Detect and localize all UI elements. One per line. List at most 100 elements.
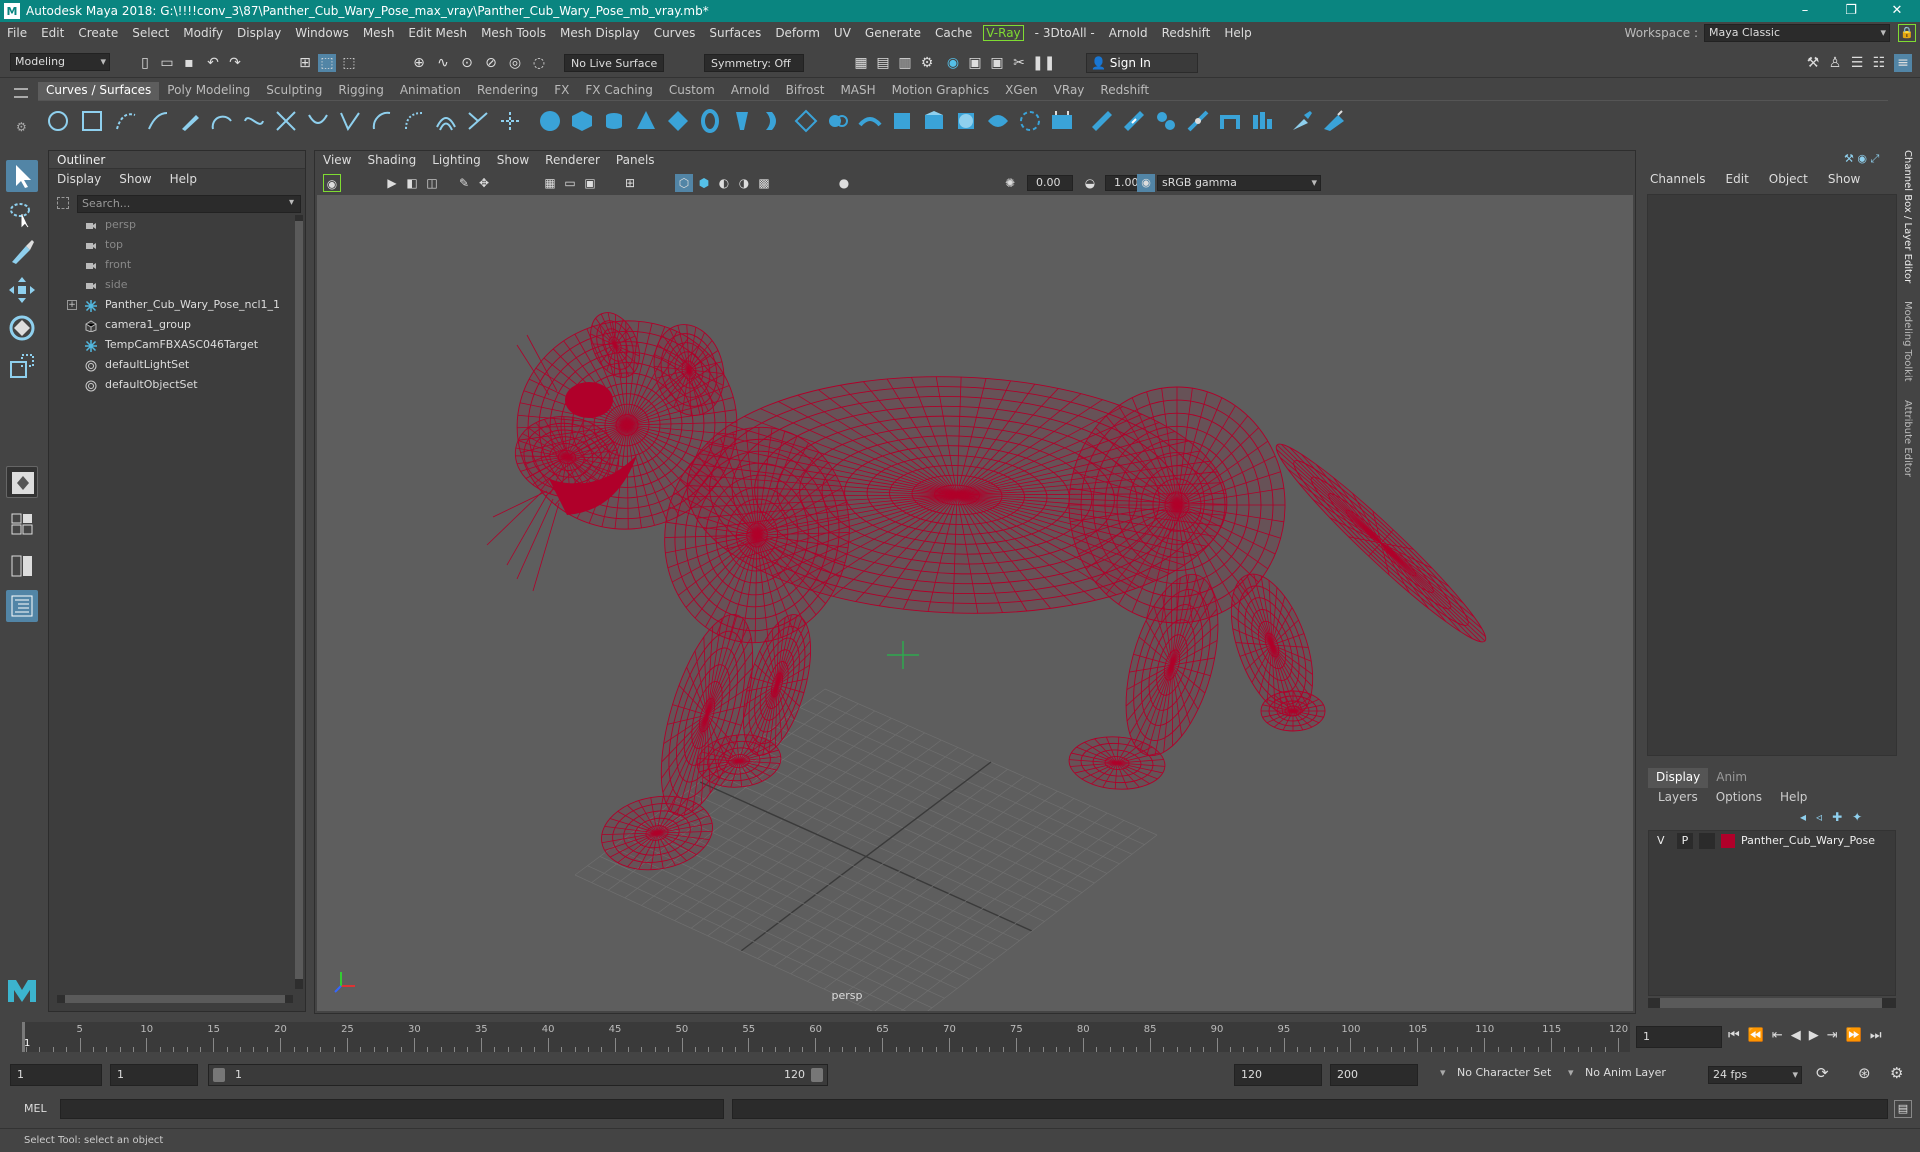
select-component-icon[interactable]: ⬚ xyxy=(340,54,358,72)
safe-action-icon[interactable]: ⊞ xyxy=(621,174,639,192)
shelf-tab-rigging[interactable]: Rigging xyxy=(330,82,391,100)
boundary-icon[interactable] xyxy=(890,109,914,133)
nurbs-cylinder-icon[interactable] xyxy=(602,109,626,133)
snap-grid-icon[interactable]: ⊕ xyxy=(410,54,428,72)
layer-playback-toggle[interactable]: P xyxy=(1677,833,1693,849)
grid-icon[interactable]: ▦ xyxy=(541,174,559,192)
script-editor-icon[interactable]: ▤ xyxy=(1894,1100,1912,1118)
layer-visibility-toggle[interactable]: V xyxy=(1657,831,1665,851)
select-hierarchy-icon[interactable]: ⊞ xyxy=(296,54,314,72)
outliner-layout-button[interactable] xyxy=(6,590,38,622)
layer-horizontal-scrollbar[interactable] xyxy=(1648,998,1896,1008)
attach-surface-icon[interactable] xyxy=(986,109,1010,133)
detach-curve-icon[interactable] xyxy=(338,109,362,133)
planar-icon[interactable] xyxy=(794,109,818,133)
snap-point-icon[interactable]: ⊙ xyxy=(458,54,476,72)
stitch-icon[interactable] xyxy=(1250,109,1274,133)
move-layer-up-icon[interactable]: ◂ xyxy=(1800,810,1806,824)
exposure-field[interactable]: 0.00 xyxy=(1027,175,1073,191)
viewport-menu-shading[interactable]: Shading xyxy=(359,153,424,171)
offset-curve-icon[interactable] xyxy=(434,109,458,133)
shelf-tab-xgen[interactable]: XGen xyxy=(997,82,1046,100)
scene-3d-view[interactable]: persp xyxy=(317,195,1633,1011)
human-ik-icon[interactable]: ♙ xyxy=(1826,54,1844,72)
shelf-tab-rendering[interactable]: Rendering xyxy=(469,82,546,100)
surface-editing-icon[interactable] xyxy=(1322,109,1346,133)
shelf-tab-custom[interactable]: Custom xyxy=(661,82,723,100)
anim-start-field[interactable]: 1 xyxy=(10,1064,102,1086)
attach-curve-icon[interactable] xyxy=(306,109,330,133)
menu-mesh-tools[interactable]: Mesh Tools xyxy=(474,26,553,40)
tree-item-panther[interactable]: + Panther_Cub_Wary_Pose_ncl1_1 xyxy=(49,295,295,315)
film-gate-icon[interactable]: ▭ xyxy=(561,174,579,192)
ep-curve-icon[interactable] xyxy=(146,109,170,133)
loft-icon[interactable] xyxy=(762,109,786,133)
detach-surface-icon[interactable] xyxy=(1018,109,1042,133)
viewport-menu-panels[interactable]: Panels xyxy=(608,153,663,171)
wireframe-icon[interactable]: ⬡ xyxy=(675,174,693,192)
offset-surface-icon[interactable] xyxy=(1154,109,1178,133)
shelf-tab-motion-graphics[interactable]: Motion Graphics xyxy=(884,82,998,100)
menu-surfaces[interactable]: Surfaces xyxy=(702,26,768,40)
cv-curve-icon[interactable] xyxy=(114,109,138,133)
expand-icon[interactable]: + xyxy=(67,300,77,310)
four-view-button[interactable] xyxy=(6,508,38,540)
tree-item-front[interactable]: front xyxy=(49,255,295,275)
isolate-select-icon[interactable]: ● xyxy=(835,174,853,192)
bezier-curve-icon[interactable] xyxy=(242,109,266,133)
pause-icon[interactable]: ❚❚ xyxy=(1032,54,1055,72)
square-surface-icon[interactable] xyxy=(922,109,946,133)
search-dropdown-icon[interactable]: ▾ xyxy=(289,197,294,208)
outliner-horizontal-scrollbar[interactable] xyxy=(57,995,293,1003)
rebuild-surface-icon[interactable] xyxy=(1186,109,1210,133)
rebuild-curve-icon[interactable] xyxy=(466,109,490,133)
bevel-icon[interactable] xyxy=(954,109,978,133)
arc-tool-icon[interactable] xyxy=(210,109,234,133)
step-back-key-icon[interactable]: ⏪ xyxy=(1748,1028,1764,1043)
menu-redshift[interactable]: Redshift xyxy=(1155,26,1218,40)
panther-tail[interactable] xyxy=(1265,432,1498,654)
select-camera-icon[interactable]: ◉ xyxy=(323,174,341,192)
tree-item-side[interactable]: side xyxy=(49,275,295,295)
menu-edit-mesh[interactable]: Edit Mesh xyxy=(401,26,474,40)
nurbs-circle-icon[interactable] xyxy=(46,109,70,133)
playback-start-field[interactable]: 1 xyxy=(110,1064,198,1086)
outliner-menu-show[interactable]: Show xyxy=(119,172,151,186)
single-view-button[interactable] xyxy=(6,466,38,498)
minimize-button[interactable]: – xyxy=(1782,0,1828,22)
layer-scroll-thumb[interactable] xyxy=(1660,998,1882,1008)
tree-item-persp[interactable]: persp xyxy=(49,215,295,235)
panther-hind-paw-left[interactable] xyxy=(1260,690,1326,732)
shelf-settings-icon[interactable]: ⚙ xyxy=(16,120,27,134)
revolve-icon[interactable] xyxy=(730,109,754,133)
shelf-tab-animation[interactable]: Animation xyxy=(392,82,469,100)
shelf-tab-vray[interactable]: VRay xyxy=(1046,82,1093,100)
open-scene-icon[interactable]: ▭ xyxy=(158,54,176,72)
menu-help[interactable]: Help xyxy=(1217,26,1258,40)
command-language-label[interactable]: MEL xyxy=(24,1102,47,1115)
vray-ipr-icon[interactable]: ▣ xyxy=(988,54,1006,72)
round-tool-icon[interactable] xyxy=(1218,109,1242,133)
tree-item-default-light-set[interactable]: defaultLightSet xyxy=(49,355,295,375)
select-tool-button[interactable] xyxy=(6,160,38,192)
auto-key-icon[interactable]: ⊛ xyxy=(1858,1064,1871,1082)
two-view-button[interactable] xyxy=(6,550,38,582)
side-tab-channel-box[interactable]: Channel Box / Layer Editor xyxy=(1902,150,1913,283)
sculpt-geometry-icon[interactable] xyxy=(1290,109,1314,133)
nurbs-plane-icon[interactable] xyxy=(666,109,690,133)
workspace-dropdown[interactable]: Maya Classic xyxy=(1704,24,1890,42)
camera-attributes-icon[interactable]: ▶ xyxy=(383,174,401,192)
go-to-end-icon[interactable]: ⏭ xyxy=(1870,1028,1882,1043)
shelf-tab-bifrost[interactable]: Bifrost xyxy=(778,82,833,100)
channel-box-icon[interactable]: ≡ xyxy=(1894,54,1912,72)
nurbs-sphere-icon[interactable] xyxy=(538,109,562,133)
range-handle-start[interactable] xyxy=(213,1068,225,1082)
play-forwards-icon[interactable]: ▶ xyxy=(1809,1028,1819,1043)
save-scene-icon[interactable]: ▪ xyxy=(180,54,198,72)
menu-3dtoall[interactable]: - 3DtoAll - xyxy=(1028,26,1102,40)
fps-dropdown[interactable]: 24 fps xyxy=(1708,1066,1802,1084)
viewport-menu-renderer[interactable]: Renderer xyxy=(537,153,608,171)
menu-uv[interactable]: UV xyxy=(827,26,858,40)
channel-menu-channels[interactable]: Channels xyxy=(1650,172,1706,186)
nurbs-square-icon[interactable] xyxy=(80,109,104,133)
